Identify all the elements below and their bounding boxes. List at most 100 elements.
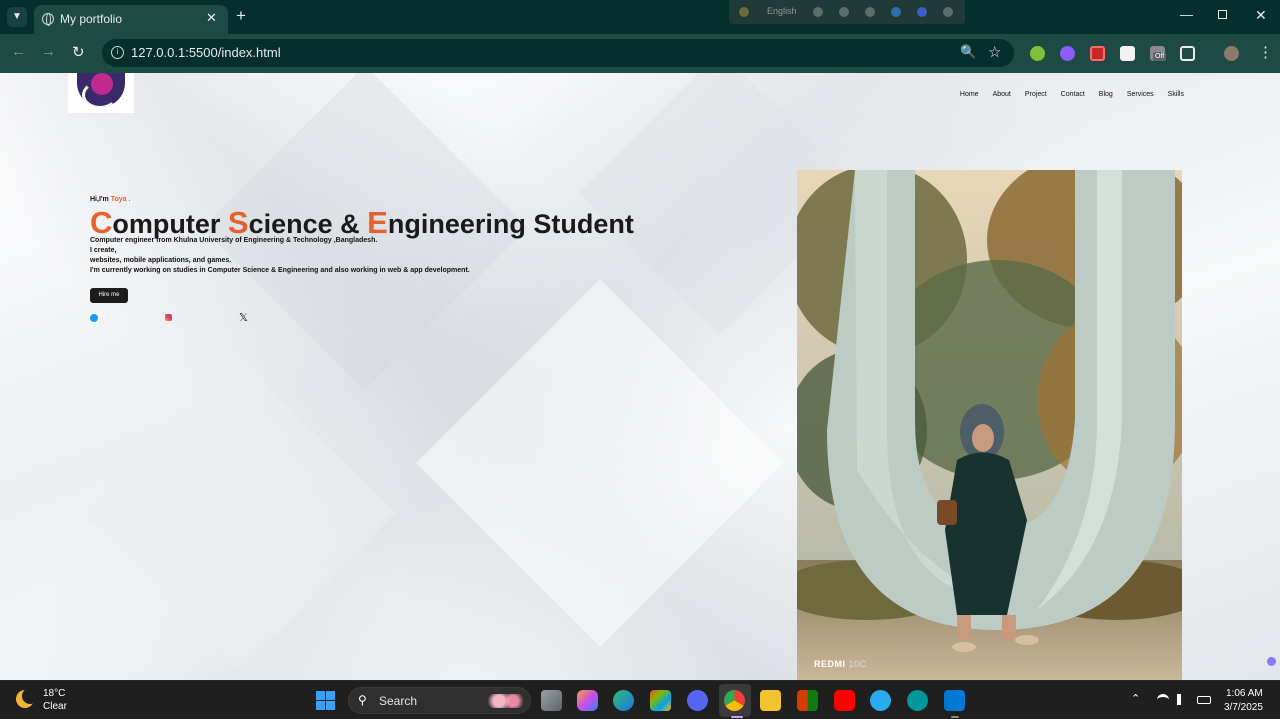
headline-word: ngineering Student <box>387 209 634 239</box>
new-tab-button[interactable]: + <box>236 6 246 26</box>
facebook-icon[interactable] <box>90 314 98 322</box>
ime-language-label: English <box>767 6 797 16</box>
tab-title: My portfolio <box>60 12 123 26</box>
task-view-icon[interactable] <box>541 690 562 711</box>
weather-temperature[interactable]: 18°C <box>43 688 65 699</box>
browser-menu-icon[interactable]: ⋮ <box>1258 43 1273 61</box>
watermark-model: 10C <box>848 659 867 669</box>
extensions-puzzle-icon[interactable] <box>1180 46 1195 61</box>
site-info-icon[interactable]: i <box>111 46 124 59</box>
headline-word: cience & <box>248 209 368 239</box>
watermark-brand: REDMI <box>814 659 846 669</box>
taskbar-search[interactable]: ⚲ Search <box>348 687 531 714</box>
battery-icon[interactable] <box>1197 696 1211 704</box>
copilot-sidebar-icon[interactable] <box>1267 657 1276 666</box>
site-nav: Home About Project Contact Blog Services… <box>946 91 1184 98</box>
nav-skills[interactable]: Skills <box>1168 91 1184 98</box>
help-icon[interactable] <box>917 7 927 17</box>
site-logo[interactable] <box>68 73 134 113</box>
forward-button[interactable]: → <box>41 43 56 60</box>
active-app-indicator <box>731 716 743 718</box>
nav-services[interactable]: Services <box>1127 91 1154 98</box>
start-button[interactable] <box>316 691 335 710</box>
power-icon[interactable] <box>943 7 953 17</box>
chrome-icon[interactable] <box>724 690 745 711</box>
globe-icon <box>42 13 54 26</box>
cloud-icon[interactable] <box>813 7 823 17</box>
bookmark-star-icon[interactable]: ☆ <box>988 43 1001 61</box>
taskbar: 18°C Clear ⚲ Search ⌃ 1:06 AM 3/7/2025 <box>0 680 1280 719</box>
nav-blog[interactable]: Blog <box>1099 91 1113 98</box>
browser-toolbar: ← → ↻ i 127.0.0.1:5500/index.html 🔍 ☆ Of… <box>0 34 1280 73</box>
extension-colors-icon[interactable] <box>1120 46 1135 61</box>
logo-emblem <box>77 73 125 107</box>
youtube-icon[interactable] <box>834 690 855 711</box>
address-bar[interactable]: i 127.0.0.1:5500/index.html 🔍 ☆ <box>102 39 1014 67</box>
microsoft-store-icon[interactable] <box>650 690 671 711</box>
profile-avatar[interactable] <box>1224 46 1239 61</box>
extension-red-icon[interactable] <box>1090 46 1105 61</box>
search-icon: ⚲ <box>358 693 367 707</box>
tab-search-button[interactable]: ▼ <box>7 7 27 27</box>
zoom-icon[interactable]: 🔍 <box>960 44 976 60</box>
greeting: Hi,I'm Toya . <box>90 196 130 203</box>
background-facet <box>416 279 784 647</box>
greeting-name: Toya . <box>110 196 131 203</box>
moon-icon[interactable] <box>16 688 38 708</box>
nav-project[interactable]: Project <box>1025 91 1047 98</box>
headline-cap-c: C <box>90 205 113 240</box>
url-text[interactable]: 127.0.0.1:5500/index.html <box>131 45 281 60</box>
nav-about[interactable]: About <box>993 91 1011 98</box>
clock-date[interactable]: 3/7/2025 <box>1224 702 1263 713</box>
close-window-button[interactable]: ✕ <box>1255 7 1267 24</box>
minimize-button[interactable]: — <box>1180 7 1193 22</box>
extension-brain-icon[interactable] <box>1060 46 1075 61</box>
speaker-icon[interactable] <box>1177 694 1189 705</box>
back-button[interactable]: ← <box>11 43 26 60</box>
active-tab[interactable]: My portfolio ✕ <box>34 5 228 34</box>
headline-cap-s: S <box>227 205 249 240</box>
browser-tab-bar: ▼ My portfolio ✕ + English — ✕ <box>0 0 1280 34</box>
chevron-up-icon[interactable]: ⌃ <box>1131 692 1140 705</box>
clock-time[interactable]: 1:06 AM <box>1226 688 1263 699</box>
edge-icon[interactable] <box>891 7 901 17</box>
copilot-icon[interactable] <box>577 690 598 711</box>
page-viewport: Home About Project Contact Blog Services… <box>0 73 1280 680</box>
extension-off-badge: Off <box>1153 52 1167 61</box>
photo-illustration <box>797 170 1182 680</box>
nav-home[interactable]: Home <box>960 91 979 98</box>
hire-me-button[interactable]: Hire me <box>90 288 128 303</box>
instagram-icon[interactable] <box>165 314 172 321</box>
bio-line: I'm currently working on studies in Comp… <box>90 267 470 274</box>
edge-icon[interactable] <box>613 690 634 711</box>
reload-button[interactable]: ↻ <box>72 43 85 61</box>
vscode-icon[interactable] <box>944 690 965 711</box>
headline-cap-e: E <box>367 205 388 240</box>
x-twitter-icon[interactable]: 𝕏 <box>239 311 248 324</box>
headline-word: omputer <box>112 209 228 239</box>
search-highlight-image <box>487 694 527 708</box>
telegram-icon[interactable] <box>870 690 891 711</box>
nav-contact[interactable]: Contact <box>1061 91 1085 98</box>
bio-line: Computer engineer from Khulna University… <box>90 237 378 244</box>
ime-icon <box>739 7 749 17</box>
microsoft-365-icon[interactable] <box>797 690 818 711</box>
file-explorer-icon[interactable] <box>760 690 781 711</box>
extension-plus-icon[interactable] <box>1030 46 1045 61</box>
ime-language-bar[interactable]: English <box>729 0 965 24</box>
bio-line: websites, mobile applications, and games… <box>90 257 232 264</box>
discord-icon[interactable] <box>687 690 708 711</box>
arduino-icon[interactable] <box>907 690 928 711</box>
photo-watermark: REDMI 10C <box>814 659 867 669</box>
bio-line: I create, <box>90 247 117 254</box>
background-facet <box>84 357 396 669</box>
running-app-indicator <box>951 716 959 718</box>
search-label: Search <box>379 694 418 708</box>
weather-condition[interactable]: Clear <box>43 701 67 712</box>
maximize-button[interactable] <box>1218 10 1227 19</box>
profile-photo: REDMI 10C <box>797 170 1182 680</box>
tab-close-icon[interactable]: ✕ <box>206 10 217 26</box>
wifi-icon[interactable] <box>1157 694 1169 705</box>
shirt-icon[interactable] <box>839 7 849 17</box>
settings-icon[interactable] <box>865 7 875 17</box>
